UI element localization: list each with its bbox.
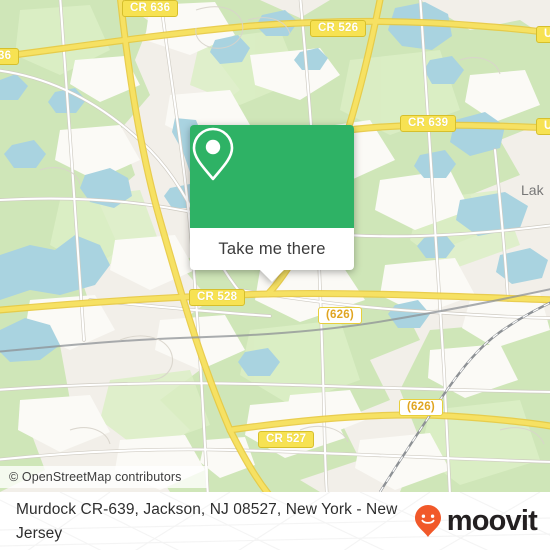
moovit-brand[interactable]: moovit <box>413 504 538 538</box>
road-shield-cr526[interactable]: CR 526 <box>310 20 367 37</box>
road-shield-cr527[interactable]: CR 527 <box>258 431 315 448</box>
road-shield-cr528[interactable]: CR 528 <box>189 289 246 306</box>
road-shield-us-mid[interactable]: US <box>536 118 550 135</box>
road-shield-cr636[interactable]: CR 636 <box>122 0 179 17</box>
moovit-wordmark: moovit <box>446 504 538 537</box>
road-shield-cr639[interactable]: CR 639 <box>400 115 457 132</box>
destination-callout[interactable]: Take me there <box>190 125 354 282</box>
road-shield-626-upper[interactable]: (626) <box>318 307 362 324</box>
callout-tail <box>259 269 285 282</box>
osm-attribution[interactable]: © OpenStreetMap contributors <box>0 466 208 488</box>
callout-action-panel[interactable]: Take me there <box>190 228 354 282</box>
osm-attribution-text: © OpenStreetMap contributors <box>9 470 182 484</box>
moovit-smiley-pin-icon <box>414 505 441 537</box>
place-label-lakewood: Lak <box>521 182 544 198</box>
road-shield-626-lower[interactable]: (626) <box>399 399 443 416</box>
road-shield-cr636-clipped[interactable]: 36 <box>0 48 20 65</box>
road-shield-us-top[interactable]: US <box>536 26 550 43</box>
map-pin-icon <box>192 127 234 181</box>
map-canvas[interactable]: CR 636 CR 526 36 US CR 639 US CR 528 (62… <box>0 0 550 492</box>
footer-bar: Murdock CR-639, Jackson, NJ 08527, New Y… <box>0 492 550 550</box>
take-me-there-label: Take me there <box>218 239 326 258</box>
callout-pin-panel <box>190 125 354 228</box>
moovit-map-card: CR 636 CR 526 36 US CR 639 US CR 528 (62… <box>0 0 550 550</box>
location-title: Murdock CR-639, Jackson, NJ 08527, New Y… <box>16 501 398 542</box>
